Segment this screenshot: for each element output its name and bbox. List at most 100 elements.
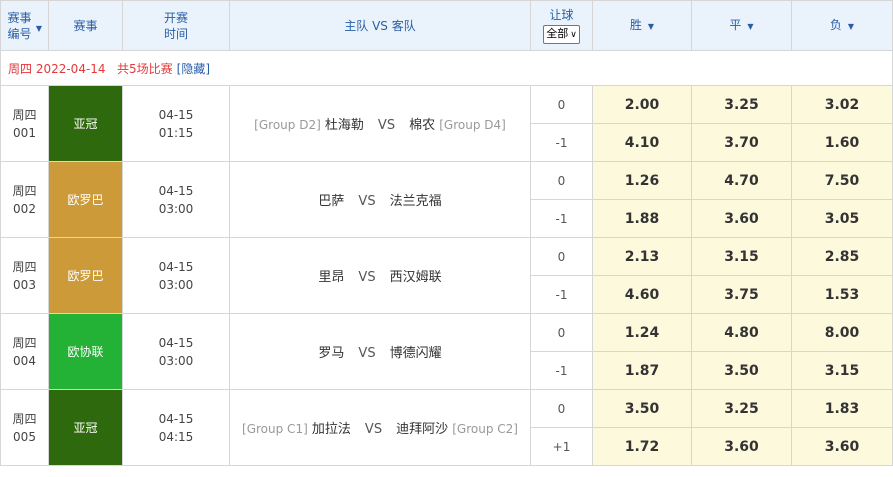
- teams-cell: 罗马 VS 博德闪耀: [229, 313, 531, 390]
- match-row: 周四 004 欧协联 04-15 03:00 罗马 VS 博德闪耀 0 1.24 4.80 8.00: [0, 313, 893, 390]
- vs-label: VS: [358, 346, 376, 361]
- handicap-value: 0: [530, 313, 593, 352]
- odds-draw[interactable]: 3.60: [691, 199, 792, 238]
- away-team[interactable]: 迪拜阿沙: [396, 422, 448, 437]
- odds-win[interactable]: 2.13: [592, 237, 692, 276]
- header-lose-label: 负: [829, 17, 842, 32]
- away-team[interactable]: 法兰克福: [390, 194, 442, 209]
- match-number: 003: [13, 277, 36, 292]
- vs-label: VS: [377, 118, 396, 133]
- match-number-cell: 周四 002: [0, 161, 49, 238]
- handicap-value: -1: [530, 199, 593, 238]
- odds-draw[interactable]: 3.75: [691, 275, 792, 314]
- kickoff-time: 03:00: [158, 353, 194, 368]
- odds-lose[interactable]: 3.05: [791, 199, 893, 238]
- odds-lose[interactable]: 2.85: [791, 237, 893, 276]
- odds-win[interactable]: 1.24: [592, 313, 692, 352]
- kickoff-time-cell: 04-15 03:00: [122, 161, 230, 238]
- odds-draw[interactable]: 3.50: [691, 351, 792, 390]
- odds-win[interactable]: 1.26: [592, 161, 692, 200]
- table-header: 赛事编号 ▼ 赛事 开赛时间 主队 VS 客队 让球 全部 ∨ 胜 ▼ 平 ▼ 负 ▼: [0, 0, 893, 51]
- away-team[interactable]: 棉农: [409, 118, 435, 133]
- odds-win[interactable]: 1.87: [592, 351, 692, 390]
- league-badge[interactable]: 亚冠: [48, 85, 123, 162]
- vs-label: VS: [358, 270, 376, 285]
- match-row: 周四 003 欧罗巴 04-15 03:00 里昂 VS 西汉姆联 0 2.13 3.15 2.85: [0, 237, 893, 314]
- away-team[interactable]: 西汉姆联: [390, 270, 442, 285]
- odds-draw[interactable]: 3.25: [691, 389, 792, 428]
- sort-down-icon: ▼: [647, 21, 655, 31]
- home-team[interactable]: 加拉法: [312, 422, 351, 437]
- odds-lose[interactable]: 8.00: [791, 313, 893, 352]
- header-draw-label: 平: [729, 17, 742, 32]
- match-day: 周四: [12, 411, 37, 426]
- kickoff-time: 04:15: [158, 429, 194, 444]
- league-badge[interactable]: 欧协联: [48, 313, 123, 390]
- match-number: 005: [13, 429, 36, 444]
- handicap-value: -1: [530, 351, 593, 390]
- odds-lose[interactable]: 3.15: [791, 351, 893, 390]
- match-day: 周四: [12, 335, 37, 350]
- league-badge[interactable]: 欧罗巴: [48, 237, 123, 314]
- vs-label: VS: [358, 194, 376, 209]
- kickoff-date: 04-15: [158, 107, 194, 122]
- match-day: 周四: [12, 259, 37, 274]
- chevron-down-icon: ∨: [570, 30, 577, 40]
- kickoff-time-cell: 04-15 01:15: [122, 85, 230, 162]
- odds-lose[interactable]: 1.60: [791, 123, 893, 162]
- header-win[interactable]: 胜 ▼: [592, 0, 692, 51]
- header-win-label: 胜: [629, 17, 642, 32]
- handicap-value: 0: [530, 161, 593, 200]
- away-group: [Group D4]: [439, 118, 506, 132]
- home-team[interactable]: 巴萨: [318, 194, 344, 209]
- handicap-value: 0: [530, 389, 593, 428]
- odds-draw[interactable]: 4.80: [691, 313, 792, 352]
- kickoff-date: 04-15: [158, 259, 194, 274]
- sort-down-icon: ▼: [747, 21, 754, 31]
- header-match-number[interactable]: 赛事编号 ▼: [0, 0, 49, 51]
- odds-lose[interactable]: 1.83: [791, 389, 893, 428]
- match-day: 周四: [12, 183, 37, 198]
- league-badge[interactable]: 亚冠: [48, 389, 123, 466]
- odds-win[interactable]: 4.10: [592, 123, 692, 162]
- sort-down-icon[interactable]: ▼: [36, 21, 42, 37]
- league-badge[interactable]: 欧罗巴: [48, 161, 123, 238]
- header-draw[interactable]: 平 ▼: [691, 0, 792, 51]
- header-lose[interactable]: 负 ▼: [791, 0, 893, 51]
- home-team[interactable]: 里昂: [318, 270, 344, 285]
- header-match-number-label: 赛事编号: [7, 10, 32, 41]
- handicap-value: -1: [530, 123, 593, 162]
- match-number-cell: 周四 003: [0, 237, 49, 314]
- sort-down-icon: ▼: [847, 21, 855, 31]
- match-row: 周四 002 欧罗巴 04-15 03:00 巴萨 VS 法兰克福 0 1.26 4.70 7.50: [0, 161, 893, 238]
- odds-lose[interactable]: 7.50: [791, 161, 893, 200]
- match-number-cell: 周四 001: [0, 85, 49, 162]
- odds-draw[interactable]: 3.25: [691, 85, 792, 124]
- odds-draw[interactable]: 3.70: [691, 123, 792, 162]
- odds-draw[interactable]: 3.60: [691, 427, 792, 466]
- match-odds-table: 赛事编号 ▼ 赛事 开赛时间 主队 VS 客队 让球 全部 ∨ 胜 ▼ 平 ▼ 负 ▼ 周…: [0, 0, 893, 466]
- odds-win[interactable]: 2.00: [592, 85, 692, 124]
- hide-link[interactable]: [隐藏]: [177, 62, 210, 76]
- odds-win[interactable]: 1.88: [592, 199, 692, 238]
- handicap-filter-select[interactable]: 全部 ∨: [543, 25, 580, 44]
- kickoff-date: 04-15: [158, 335, 194, 350]
- odds-lose[interactable]: 3.60: [791, 427, 893, 466]
- away-team[interactable]: 博德闪耀: [390, 346, 442, 361]
- odds-win[interactable]: 3.50: [592, 389, 692, 428]
- odds-win[interactable]: 1.72: [592, 427, 692, 466]
- odds-win[interactable]: 4.60: [592, 275, 692, 314]
- handicap-value: 0: [530, 237, 593, 276]
- match-row: 周四 001 亚冠 04-15 01:15 [Group D2] 杜海勒 VS 棉农 [Gro…: [0, 85, 893, 162]
- home-team[interactable]: 罗马: [318, 346, 344, 361]
- odds-draw[interactable]: 3.15: [691, 237, 792, 276]
- kickoff-time: 03:00: [158, 277, 194, 292]
- odds-draw[interactable]: 4.70: [691, 161, 792, 200]
- header-kickoff-time-label: 开赛时间: [163, 10, 188, 41]
- kickoff-time-cell: 04-15 04:15: [122, 389, 230, 466]
- home-team[interactable]: 杜海勒: [325, 118, 364, 133]
- handicap-value: +1: [530, 427, 593, 466]
- match-number-cell: 周四 005: [0, 389, 49, 466]
- odds-lose[interactable]: 1.53: [791, 275, 893, 314]
- odds-lose[interactable]: 3.02: [791, 85, 893, 124]
